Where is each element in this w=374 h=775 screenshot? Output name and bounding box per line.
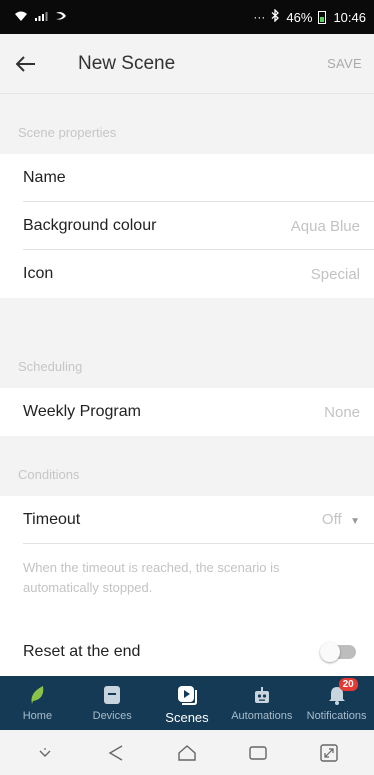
robot-icon bbox=[251, 684, 273, 706]
signal-icon bbox=[34, 10, 48, 25]
nav-automations[interactable]: Automations bbox=[224, 676, 299, 730]
nav-scenes[interactable]: Scenes bbox=[150, 676, 225, 730]
dropdown-caret-icon: ▼ bbox=[350, 516, 360, 527]
background-colour-row[interactable]: Background colour Aqua Blue bbox=[0, 202, 374, 250]
arrow-left-icon bbox=[16, 55, 35, 72]
hide-keyboard-button[interactable] bbox=[30, 738, 60, 768]
status-dots: ··· bbox=[253, 10, 266, 24]
reset-at-end-label: Reset at the end bbox=[23, 643, 141, 660]
nav-devices-label: Devices bbox=[92, 710, 132, 722]
cast-icon bbox=[54, 10, 70, 25]
name-row[interactable]: Name bbox=[0, 154, 374, 202]
system-back-button[interactable] bbox=[101, 738, 131, 768]
icon-label: Icon bbox=[23, 265, 54, 282]
status-bar: ··· 46% 10:46 bbox=[0, 0, 374, 34]
reset-at-end-row: Reset at the end bbox=[0, 628, 374, 676]
wifi-icon bbox=[14, 10, 28, 25]
notification-badge: 20 bbox=[338, 678, 358, 691]
nav-automations-label: Automations bbox=[231, 710, 293, 722]
save-button[interactable]: SAVE bbox=[327, 56, 362, 71]
icon-value: Special bbox=[310, 265, 360, 283]
timeout-select[interactable]: Off ▼ bbox=[322, 511, 360, 529]
clock: 10:46 bbox=[333, 9, 366, 25]
battery-icon bbox=[318, 10, 327, 24]
system-expand-button[interactable] bbox=[314, 738, 344, 768]
system-recents-button[interactable] bbox=[243, 738, 273, 768]
timeout-value: Off bbox=[321, 511, 342, 528]
timeout-help-text: When the timeout is reached, the scenari… bbox=[0, 544, 374, 628]
expand-icon bbox=[319, 743, 338, 762]
bluetooth-icon bbox=[271, 8, 280, 25]
nav-notifications[interactable]: 20 Notifications bbox=[299, 676, 374, 730]
nav-scenes-label: Scenes bbox=[165, 710, 209, 725]
home-outline-icon bbox=[178, 744, 196, 761]
status-right: ··· 46% 10:46 bbox=[253, 8, 366, 25]
background-colour-label: Background colour bbox=[23, 217, 157, 234]
triangle-back-icon bbox=[108, 744, 123, 761]
nav-devices[interactable]: Devices bbox=[75, 676, 150, 730]
nav-home-label: Home bbox=[22, 710, 53, 722]
chevron-down-icon bbox=[39, 747, 51, 757]
back-button[interactable] bbox=[0, 34, 52, 94]
recents-icon bbox=[249, 745, 267, 760]
status-left bbox=[14, 10, 70, 25]
system-home-button[interactable] bbox=[172, 738, 202, 768]
reset-at-end-toggle[interactable] bbox=[320, 642, 356, 662]
name-label: Name bbox=[23, 169, 66, 186]
bottom-nav: Home Devices Scenes Automations 20 Notif… bbox=[0, 676, 374, 730]
page-title: New Scene bbox=[78, 52, 176, 74]
scene-form: Scene properties Name Background colour … bbox=[0, 94, 374, 676]
leaf-icon bbox=[26, 684, 48, 706]
section-header-scheduling: Scheduling bbox=[0, 298, 374, 388]
section-header-properties: Scene properties bbox=[0, 94, 374, 154]
weekly-program-value: None bbox=[324, 403, 360, 421]
battery-percent: 46% bbox=[286, 9, 313, 25]
nav-notifications-label: Notifications bbox=[306, 710, 367, 722]
nav-home[interactable]: Home bbox=[0, 676, 75, 730]
background-colour-value: Aqua Blue bbox=[290, 217, 360, 235]
toggle-knob bbox=[320, 642, 340, 662]
scenes-icon bbox=[176, 684, 198, 706]
timeout-label: Timeout bbox=[23, 511, 81, 528]
devices-icon bbox=[101, 684, 123, 706]
app-bar: New Scene SAVE bbox=[0, 34, 374, 94]
system-nav-bar bbox=[0, 730, 374, 775]
weekly-program-row[interactable]: Weekly Program None bbox=[0, 388, 374, 436]
timeout-row[interactable]: Timeout Off ▼ bbox=[0, 496, 374, 544]
weekly-program-label: Weekly Program bbox=[23, 403, 141, 420]
section-header-conditions: Conditions bbox=[0, 436, 374, 496]
icon-row[interactable]: Icon Special bbox=[0, 250, 374, 298]
